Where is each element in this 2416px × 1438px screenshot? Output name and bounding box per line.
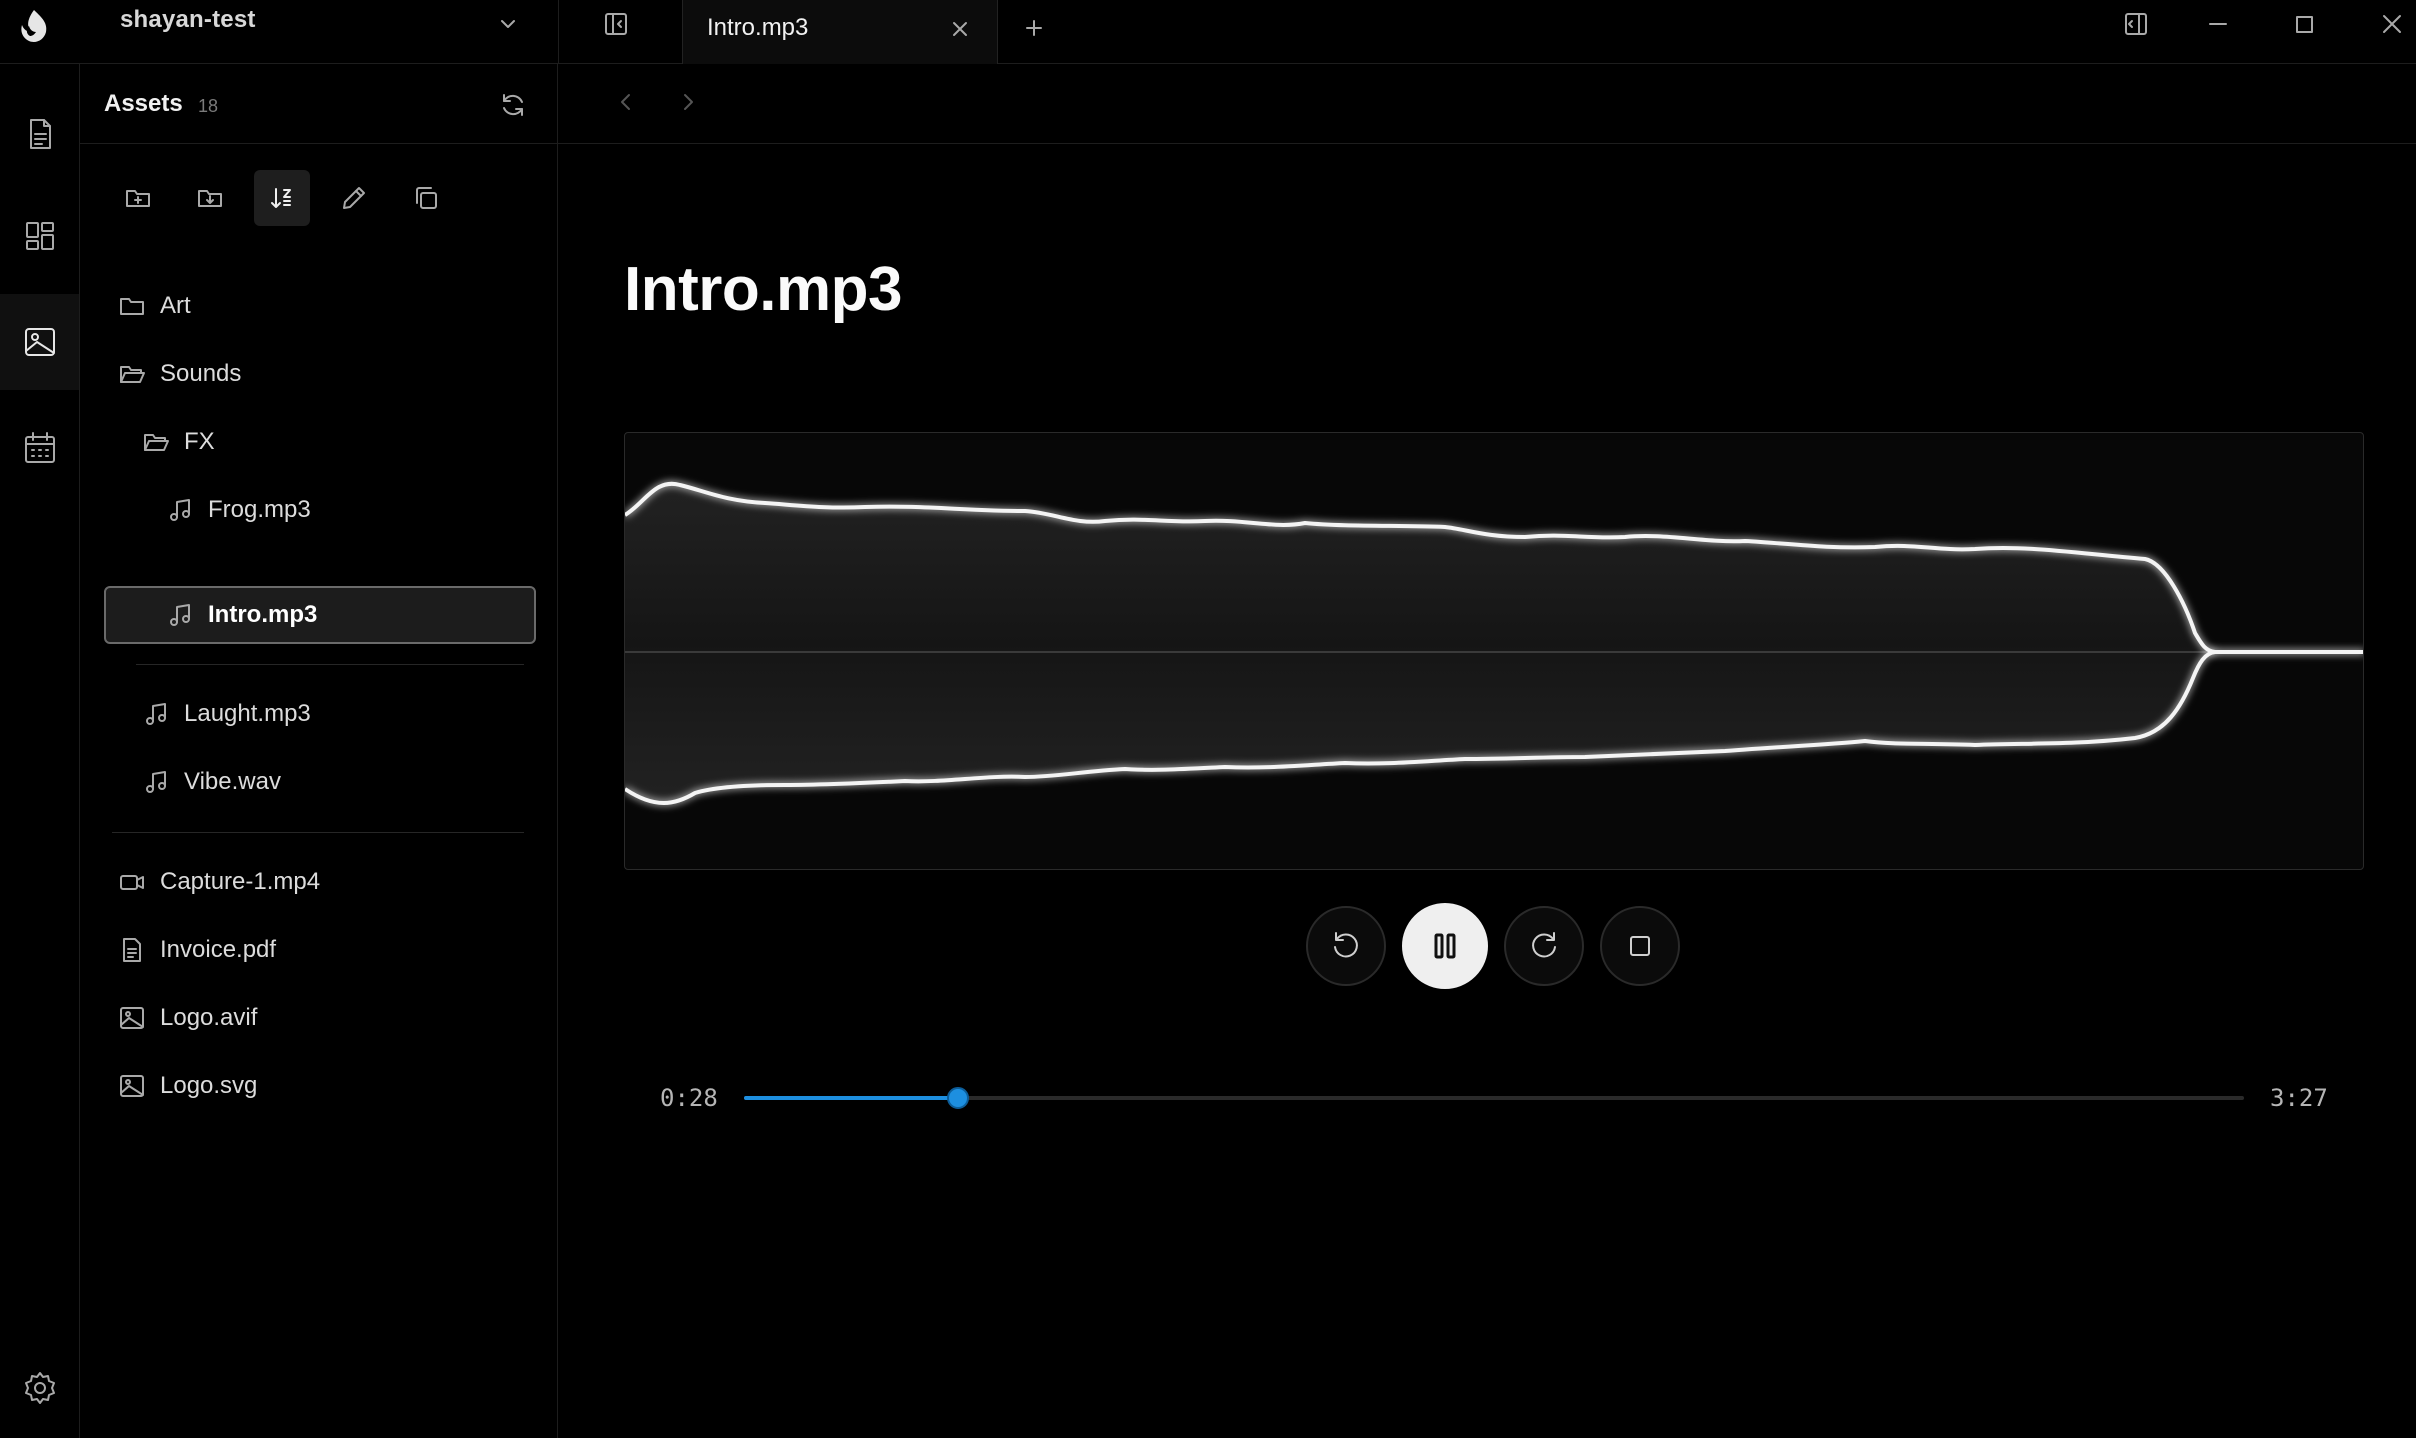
- activity-assets[interactable]: [0, 294, 79, 390]
- tree-item-label: Frog.mp3: [208, 496, 311, 523]
- dashboard-icon: [25, 222, 54, 250]
- seek-progress: [744, 1096, 958, 1100]
- plus-icon[interactable]: [1020, 14, 1048, 42]
- tree-item-sounds[interactable]: Sounds: [118, 346, 538, 402]
- activity-dashboard[interactable]: [0, 188, 79, 284]
- rename-button[interactable]: [326, 170, 382, 226]
- pencil-icon: [343, 187, 365, 209]
- seek-slider[interactable]: [744, 1082, 2244, 1114]
- new-folder-button[interactable]: [110, 170, 166, 226]
- playback-controls: [1306, 903, 1680, 989]
- audio-waveform[interactable]: [624, 432, 2364, 870]
- tree-separator: [112, 832, 524, 833]
- activity-settings[interactable]: [0, 1340, 79, 1436]
- sidebar-header: Assets 18: [80, 64, 558, 144]
- image-icon: [120, 1075, 144, 1097]
- tree-item-label: Sounds: [160, 360, 242, 387]
- music-icon: [170, 499, 190, 521]
- sidebar-toggle-icon[interactable]: [600, 8, 632, 40]
- folder-plus-icon: [126, 190, 150, 207]
- activity-documents[interactable]: [0, 86, 79, 182]
- pause-icon: [1434, 933, 1456, 959]
- workspace-selector[interactable]: shayan-test: [120, 6, 256, 34]
- title-bar: shayan-test Intro.mp3: [0, 0, 2416, 64]
- tree-item-label: Invoice.pdf: [160, 936, 277, 963]
- tree-item-label: Art: [160, 292, 191, 319]
- maximize-icon[interactable]: [2288, 8, 2320, 40]
- folder-open-icon: [144, 434, 169, 451]
- navigation-bar: [558, 64, 2416, 144]
- sort-icon: [271, 188, 291, 208]
- activity-bar: [0, 64, 80, 1438]
- close-icon[interactable]: [949, 18, 971, 40]
- music-icon: [146, 771, 166, 793]
- panel-toggle-icon[interactable]: [2120, 8, 2152, 40]
- current-time: 0:28: [660, 1084, 718, 1112]
- document-icon: [29, 119, 51, 149]
- minimize-icon[interactable]: [2202, 8, 2234, 40]
- music-icon: [146, 703, 166, 725]
- import-button[interactable]: [182, 170, 238, 226]
- tree-item-label: Laught.mp3: [184, 700, 311, 727]
- sidebar-toolbar: [110, 170, 454, 226]
- tree-item-fx[interactable]: FX: [142, 414, 538, 470]
- rotate-cw-icon: [1532, 932, 1556, 958]
- stop-icon: [1630, 936, 1650, 956]
- tree-item-label: FX: [184, 428, 215, 455]
- tab-label: Intro.mp3: [707, 14, 809, 41]
- seek-handle[interactable]: [947, 1087, 969, 1109]
- tab-intro-mp3[interactable]: Intro.mp3: [682, 0, 998, 64]
- image-icon: [24, 328, 55, 356]
- activity-calendar[interactable]: [0, 400, 79, 496]
- tree-item-label: Vibe.wav: [184, 768, 281, 795]
- sidebar-title: Assets: [104, 90, 183, 117]
- duplicate-button[interactable]: [398, 170, 454, 226]
- tree-item-invoice-pdf[interactable]: Invoice.pdf: [118, 922, 538, 978]
- image-icon: [120, 1007, 144, 1029]
- window-close-icon[interactable]: [2376, 8, 2408, 40]
- folder-download-icon: [198, 190, 222, 207]
- main-panel: Intro.mp3 0:28 3:27: [558, 64, 2416, 1438]
- forward-button[interactable]: [1504, 906, 1584, 986]
- tree-item-logo-svg[interactable]: Logo.svg: [118, 1058, 538, 1114]
- copy-icon: [416, 187, 437, 209]
- stop-button[interactable]: [1600, 906, 1680, 986]
- tree-item-label: Logo.avif: [160, 1004, 258, 1031]
- tree-item-intro-mp3[interactable]: Intro.mp3: [104, 586, 536, 644]
- music-icon: [170, 604, 190, 626]
- folder-open-icon: [120, 366, 145, 383]
- waveform-graphic: [625, 481, 2363, 805]
- gear-icon: [24, 1372, 55, 1404]
- rewind-button[interactable]: [1306, 906, 1386, 986]
- titlebar-divider: [558, 0, 559, 64]
- tree-item-laught-mp3[interactable]: Laught.mp3: [142, 686, 538, 742]
- app-logo-icon: [21, 10, 47, 42]
- page-title: Intro.mp3: [624, 255, 902, 324]
- document-icon: [123, 938, 141, 962]
- tree-item-capture-mp4[interactable]: Capture-1.mp4: [118, 854, 538, 910]
- video-icon: [120, 875, 144, 890]
- tree-item-label: Intro.mp3: [208, 601, 318, 628]
- calendar-icon: [24, 432, 55, 463]
- tree-item-art[interactable]: Art: [118, 278, 538, 334]
- seek-track: [744, 1096, 2244, 1100]
- chevron-left-icon[interactable]: [610, 86, 642, 118]
- tree-item-label: Capture-1.mp4: [160, 868, 321, 895]
- folder-icon: [120, 298, 144, 315]
- pause-button[interactable]: [1402, 903, 1488, 989]
- chevron-right-icon[interactable]: [672, 86, 704, 118]
- chevron-down-icon[interactable]: [496, 12, 520, 36]
- refresh-icon[interactable]: [498, 90, 528, 120]
- asset-count-badge: 18: [198, 96, 219, 116]
- total-duration: 3:27: [2270, 1084, 2328, 1112]
- tree-item-frog-mp3[interactable]: Frog.mp3: [166, 482, 538, 538]
- sort-button[interactable]: [254, 170, 310, 226]
- tree-item-vibe-wav[interactable]: Vibe.wav: [142, 754, 538, 810]
- tree-item-label: Logo.svg: [160, 1072, 258, 1099]
- tree-separator: [136, 664, 524, 665]
- tree-item-logo-avif[interactable]: Logo.avif: [118, 990, 538, 1046]
- assets-sidebar: Assets 18 Art Sounds FX Frog.mp3 Intro.m…: [80, 64, 558, 1438]
- rotate-ccw-icon: [1334, 932, 1358, 958]
